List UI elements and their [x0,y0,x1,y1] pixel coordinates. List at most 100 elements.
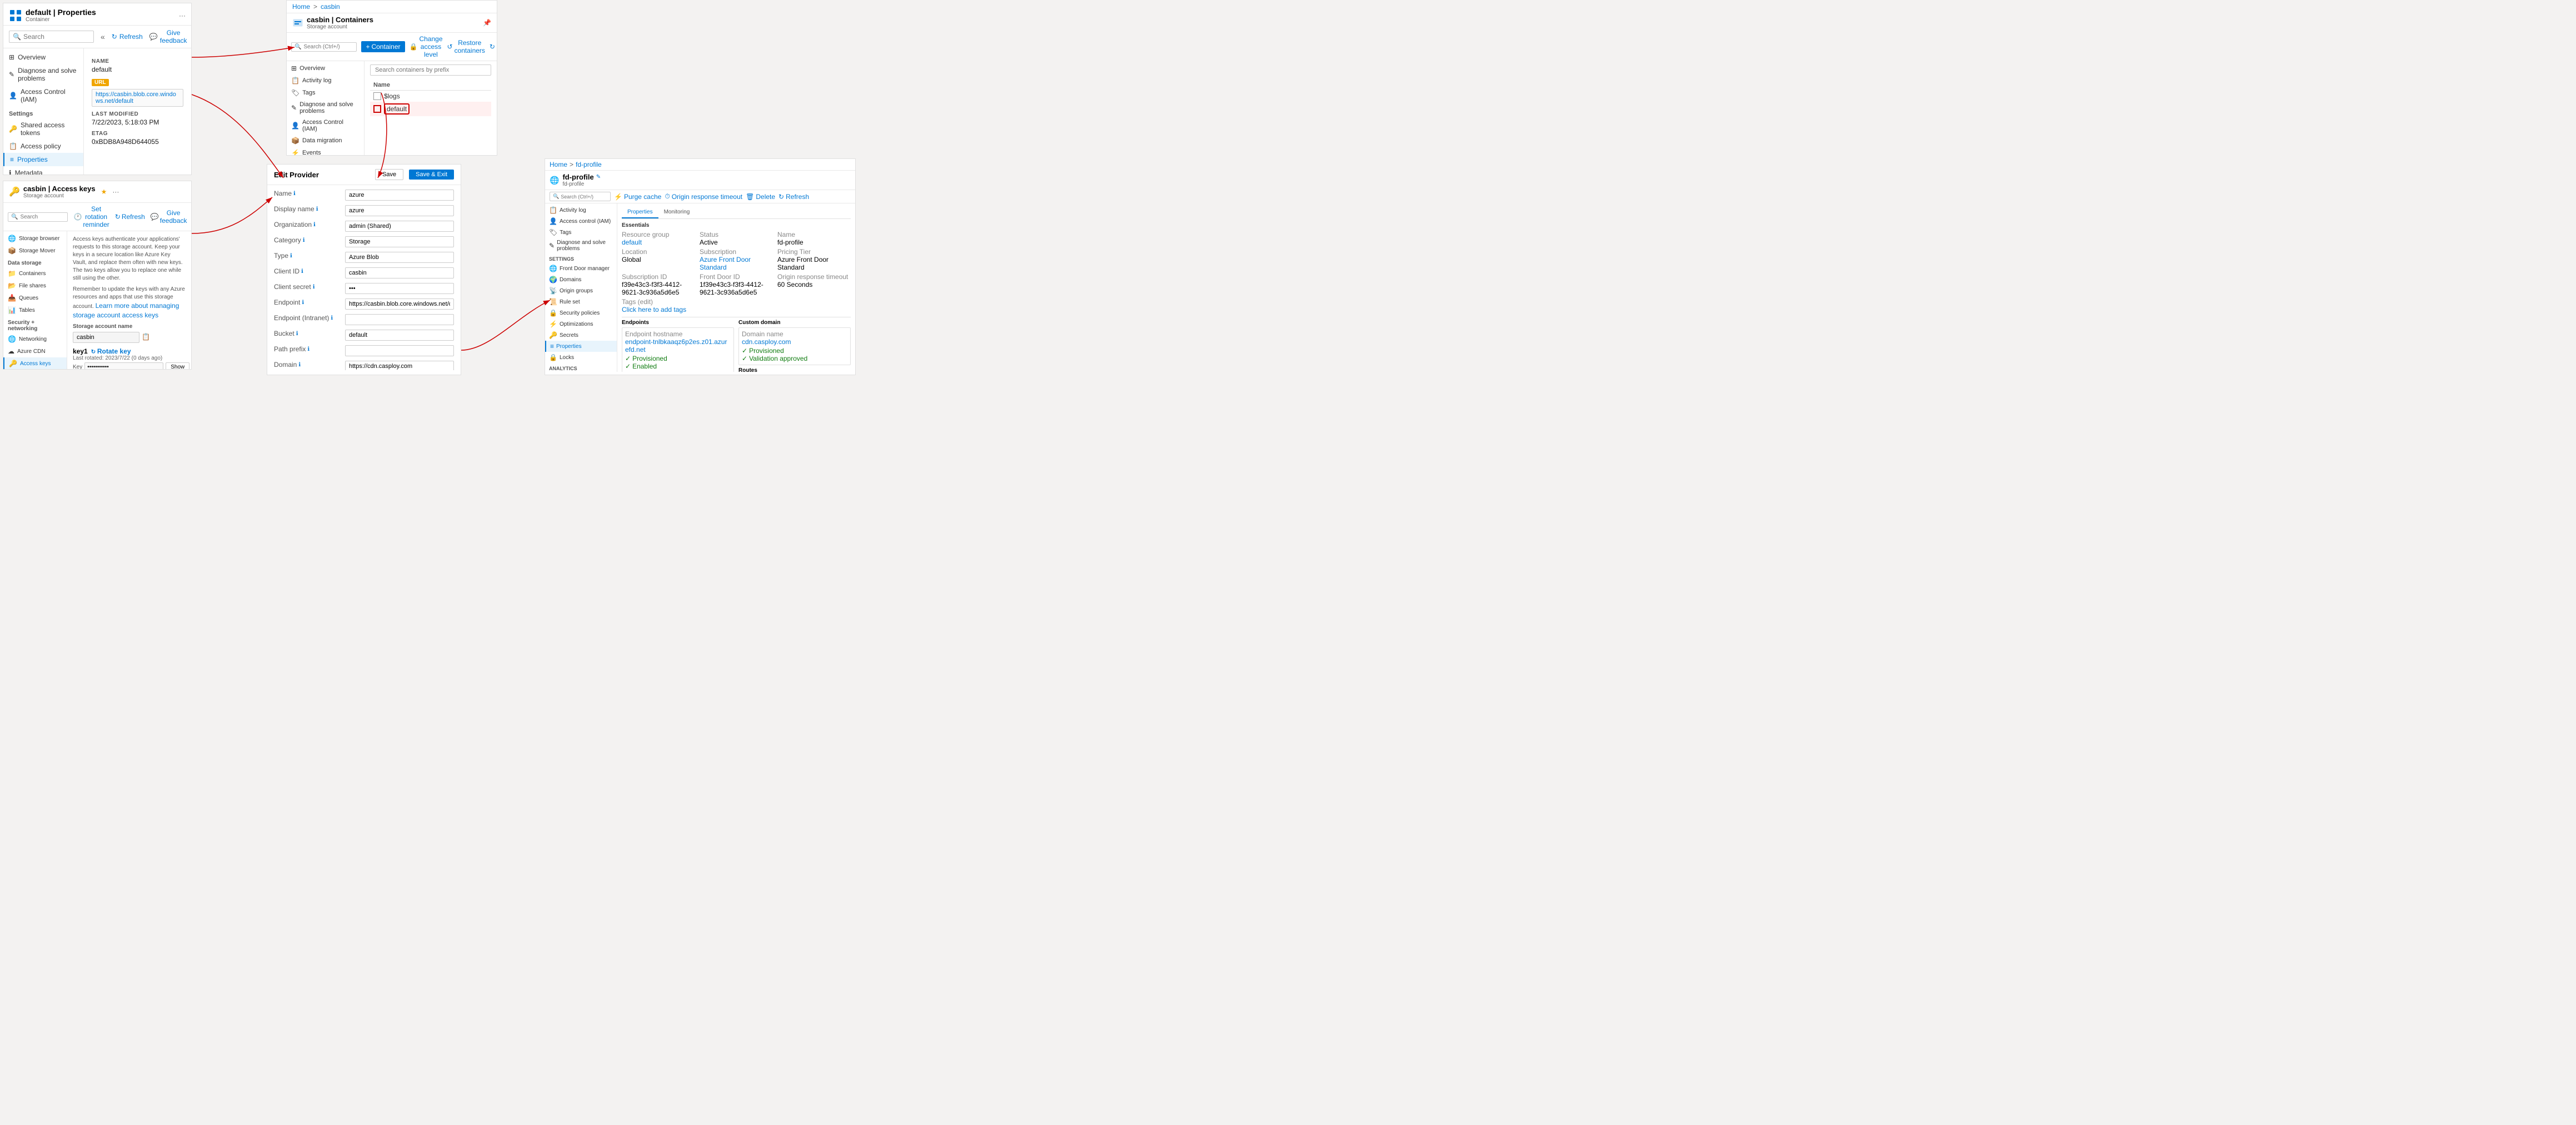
nav-overview[interactable]: ⊞ Overview [287,62,364,74]
give-feedback-button[interactable]: 💬 Give feedback [149,29,187,44]
bucket-field-input[interactable] [345,330,454,341]
category-info-icon[interactable]: ℹ [303,237,305,243]
breadcrumb-fdprofile[interactable]: fd-profile [576,161,602,168]
breadcrumb-home[interactable]: Home [550,161,567,168]
key1-input[interactable] [84,362,163,370]
breadcrumb-home[interactable]: Home [292,3,310,11]
search-input[interactable] [23,33,90,41]
sidebar-item-diagnose[interactable]: ✎ Diagnose and solve problems [3,64,83,85]
nav-azure-cdn[interactable]: ☁ Azure CDN [3,345,67,357]
sidebar-item-access-policy[interactable]: 📋 Access policy [3,140,83,153]
nav-events[interactable]: ⚡ Events [287,147,364,156]
nav-networking[interactable]: 🌐 Networking [3,333,67,345]
nav-origin-groups[interactable]: 📡 Origin groups [545,285,617,296]
type-info-icon[interactable]: ℹ [290,253,292,259]
org-info-icon[interactable]: ℹ [313,222,316,228]
clientid-info-icon[interactable]: ℹ [301,268,303,275]
pathprefix-info-icon[interactable]: ℹ [307,346,309,352]
endpoint-intranet-input[interactable] [345,314,454,325]
copy-icon[interactable]: 📋 [142,333,150,341]
restore-button[interactable]: ↺ Restore containers [447,39,485,54]
add-container-button[interactable]: + Container [361,41,405,52]
origin-timeout-button[interactable]: ⏱ Origin response timeout [665,192,742,201]
nav-datamigration[interactable]: 📦 Data migration [287,135,364,147]
nav-file-shares[interactable]: 📂 File shares [3,280,67,292]
logs-checkbox[interactable] [373,92,381,100]
key1-show-button[interactable]: Show [166,362,189,370]
containers-search-input[interactable] [303,44,353,50]
nav-activity-log[interactable]: 📋 Activity log [545,205,617,216]
table-row[interactable]: $logs [370,91,491,102]
star-icon[interactable]: ★ [101,188,107,196]
secret-info-icon[interactable]: ℹ [313,284,315,290]
nav-containers[interactable]: 📁 Containers [3,267,67,280]
change-access-button[interactable]: 🔒 Change access level [410,35,443,58]
fdprofile-search-input[interactable] [561,194,605,200]
give-feedback-accesskeys-button[interactable]: 💬 Give feedback [151,209,187,225]
endpoint-info-icon[interactable]: ℹ [302,300,304,306]
breadcrumb-casbin[interactable]: casbin [321,3,340,11]
nav-domains[interactable]: 🌍 Domains [545,274,617,285]
sidebar-item-iam[interactable]: 👤 Access Control (IAM) [3,85,83,106]
nav-frontdoor-manager[interactable]: 🌐 Front Door manager [545,263,617,274]
refresh-accesskeys-button[interactable]: ↻ Refresh [115,213,145,221]
nav-rule-set[interactable]: 📜 Rule set [545,296,617,307]
nav-diagnose[interactable]: ✎ Diagnose and solve problems [287,99,364,117]
nav-optimizations[interactable]: ⚡ Optimizations [545,318,617,330]
nav-access-keys[interactable]: 🔑 Access keys [3,357,67,370]
collapse-icon[interactable]: « [101,32,105,41]
edit-icon[interactable]: ✎ [596,174,601,180]
endpoint-intranet-info-icon[interactable]: ℹ [331,315,333,321]
table-row-default[interactable]: default [370,102,491,116]
default-checkbox[interactable] [373,105,381,113]
refresh-button[interactable]: ↻ Refresh [112,33,143,41]
sidebar-item-properties[interactable]: ≡ Properties [3,153,83,166]
pathprefix-input[interactable] [345,345,454,356]
nav-iam[interactable]: 👤 Access Control (IAM) [287,117,364,135]
sidebar-item-shared-access-tokens[interactable]: 🔑 Shared access tokens [3,118,83,140]
save-exit-button[interactable]: Save & Exit [409,170,454,180]
learn-more-link[interactable]: Learn more about managing storage accoun… [73,302,179,319]
displayname-field-input[interactable] [345,205,454,216]
nav-properties-fd[interactable]: ≡ Properties [545,341,617,352]
refresh-fd-button[interactable]: ↻ Refresh [778,193,809,201]
name-info-icon[interactable]: ℹ [293,191,296,197]
sidebar-item-metadata[interactable]: ℹ Metadata [3,166,83,175]
nav-access-control[interactable]: 👤 Access control (IAM) [545,216,617,227]
org-field-input[interactable] [345,221,454,232]
nav-security-policies[interactable]: 🔒 Security policies [545,307,617,318]
nav-secrets[interactable]: 🔑 Secrets [545,330,617,341]
more-options-icon[interactable]: ··· [179,12,186,19]
nav-storage-mover[interactable]: 📦 Storage Mover [3,245,67,257]
tab-properties[interactable]: Properties [622,207,658,218]
rotation-reminder-button[interactable]: 🕐 Set rotation reminder [73,205,109,228]
more-options[interactable]: ··· [112,188,119,196]
nav-tags[interactable]: 🏷 Tags [545,227,617,238]
domain-info-icon[interactable]: ℹ [298,362,301,368]
sidebar-item-overview[interactable]: ⊞ Overview [3,51,83,64]
search-prefix-input[interactable] [370,64,491,76]
nav-activity-log[interactable]: 📋 Activity log [287,74,364,87]
endpoint-field-input[interactable] [345,298,454,310]
refresh-containers-button[interactable]: ↻ Refresh [490,43,497,51]
nav-locks[interactable]: 🔒 Locks [545,352,617,363]
tab-monitoring[interactable]: Monitoring [658,207,696,218]
domain-input[interactable] [345,361,454,370]
pin-icon[interactable]: 📌 [483,19,491,27]
clientid-field-input[interactable] [345,267,454,278]
nav-queues[interactable]: 📥 Queues [3,292,67,304]
nav-diagnose-fd[interactable]: ✎ Diagnose and solve problems [545,238,617,253]
nav-tags[interactable]: 🏷 Tags [287,87,364,99]
bucket-info-icon[interactable]: ℹ [296,331,298,337]
type-field-input[interactable] [345,252,454,263]
nav-storage-browser[interactable]: 🌐 Storage browser [3,232,67,245]
key1-rotate-button[interactable]: ↻ Rotate key [91,347,131,355]
save-button[interactable]: Save [375,169,403,180]
accesskeys-search-input[interactable] [20,214,64,220]
nav-tables[interactable]: 📊 Tables [3,304,67,316]
storage-name-input[interactable] [73,332,139,343]
secret-field-input[interactable] [345,283,454,294]
delete-fd-button[interactable]: 🗑 Delete [746,193,775,201]
purge-cache-button[interactable]: ⚡ Purge cache [614,193,661,201]
name-field-input[interactable] [345,190,454,201]
